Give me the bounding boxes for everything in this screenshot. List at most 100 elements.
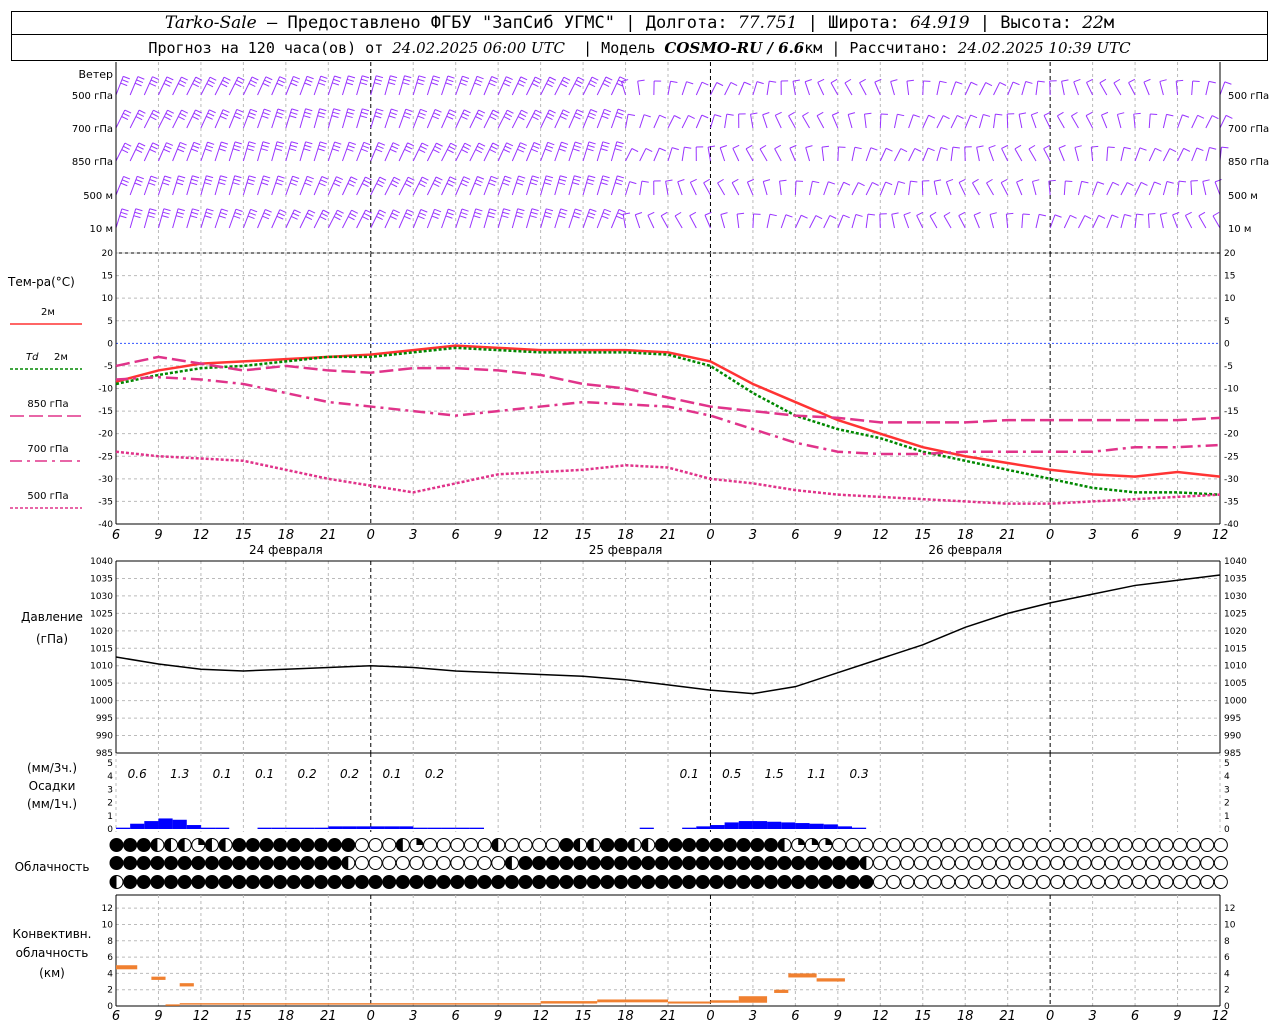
wind-barb-shaft — [1148, 181, 1155, 196]
wind-barb-flag — [475, 116, 482, 121]
temp-tick-label-right: 10 — [1224, 294, 1236, 304]
precip-bar — [852, 827, 867, 829]
conv-cloud-bar — [165, 1004, 180, 1006]
precip-bar — [130, 823, 145, 829]
wind-barb-flag — [561, 141, 569, 145]
wind-barb-flag — [402, 82, 410, 86]
wind-barb-flag — [785, 214, 793, 218]
wind-barb-flag — [161, 215, 169, 219]
wind-barb-flag — [602, 83, 610, 87]
wind-barb-flag — [264, 209, 272, 213]
wind-barb-flag — [275, 115, 283, 119]
wind-barb-shaft — [313, 108, 321, 129]
wind-barb-flag — [812, 180, 820, 184]
wind-barb-flag — [604, 79, 611, 84]
wind-barb-flag — [631, 148, 639, 153]
wind-barb-shaft — [412, 109, 421, 129]
wind-barb-flag — [346, 148, 354, 152]
pres-tick-label-right: 1025 — [1224, 609, 1247, 619]
cloud-symbol — [818, 856, 833, 870]
wind-barb-shaft — [228, 109, 238, 129]
wind-barb-flag — [589, 112, 596, 116]
wind-barb-flag — [560, 175, 568, 179]
wind-barb-shaft — [525, 208, 533, 229]
cloud-symbol — [1091, 856, 1106, 870]
wind-barb-flag — [627, 113, 636, 116]
wind-barb-flag — [1182, 114, 1190, 118]
wind-barb-shaft — [158, 142, 167, 162]
wind-barb-shaft — [242, 209, 252, 229]
wind-barb-flag — [587, 215, 595, 219]
wind-barb-flag — [943, 211, 951, 217]
meteogram: Ветер500 гПа 500 гПа700 гПа 700 гПа850 гПа… — [7, 62, 1269, 1024]
wind-level-label: 850 гПа — [72, 157, 113, 168]
wind-level-label: 10 м — [90, 224, 113, 235]
wind-barb-shaft — [1148, 113, 1151, 129]
wind-barb-flag — [462, 179, 469, 184]
cloud-symbol — [900, 838, 915, 852]
wind-barb-flag — [192, 175, 200, 179]
wind-barb-flag — [1037, 80, 1045, 83]
wind-barb-flag — [446, 182, 454, 187]
wind-barb-flag — [404, 112, 412, 116]
wind-barb-flag — [518, 175, 526, 179]
wind-barb-flag — [1154, 181, 1162, 185]
wind-barb-flag — [447, 149, 454, 154]
wind-barb-flag — [205, 178, 213, 182]
wind-barb-shaft — [891, 214, 895, 229]
wind-barb-flag — [179, 79, 187, 84]
wind-barb-flag — [1001, 144, 1009, 149]
wind-barb-flag — [618, 209, 626, 213]
cloud-symbol — [150, 875, 165, 889]
pres-tick-label: 1010 — [90, 662, 113, 672]
wind-barb-flag — [403, 115, 411, 119]
wind-barb-flag — [1140, 181, 1148, 186]
pres-tick-label-right: 1015 — [1224, 644, 1247, 654]
wind-barb-flag — [572, 215, 580, 219]
wind-barb-shaft — [634, 214, 641, 229]
cloud-symbol — [736, 838, 751, 852]
wind-barb-shaft — [455, 109, 465, 129]
wind-barb-flag — [474, 182, 482, 187]
wind-barb-flag — [464, 142, 472, 147]
wind-barb-shaft — [936, 81, 941, 96]
cloud-symbol — [1145, 838, 1160, 852]
cloud-symbol — [586, 875, 601, 889]
wind-barb-shaft — [242, 109, 251, 129]
wind-barb-shaft — [596, 175, 604, 196]
wind-barb-flag — [237, 76, 245, 81]
wind-barbs — [115, 75, 1233, 229]
wind-barb-shaft — [129, 208, 137, 229]
wind-barb-shaft — [847, 114, 853, 129]
wind-barb-flag — [417, 115, 425, 120]
wind-barb-flag — [260, 148, 268, 152]
conv-tick-label-right: 4 — [1224, 969, 1230, 979]
wind-barb-shaft — [200, 208, 208, 229]
wind-barb-flag — [1221, 146, 1229, 149]
wind-barb-flag — [1209, 146, 1217, 150]
wind-barb-flag — [502, 182, 510, 186]
wind-barb-shaft — [370, 176, 381, 196]
cloud-symbol — [900, 875, 915, 889]
wind-barb-flag — [433, 112, 441, 116]
wind-barb-flag — [995, 113, 1003, 116]
cloud-symbol — [123, 838, 138, 852]
wind-barb-shaft — [342, 209, 352, 229]
wind-barb-shaft — [863, 114, 867, 129]
cloud-symbol — [1200, 875, 1215, 889]
wind-barb-flag — [291, 141, 299, 145]
wind-barb-flag — [304, 144, 312, 148]
wind-barb-shaft — [936, 115, 944, 129]
wind-barb-flag — [123, 75, 130, 80]
cloud-symbol — [723, 875, 738, 889]
wind-barb-flag — [447, 75, 455, 79]
wind-barb-flag — [670, 80, 678, 83]
cloud-symbol — [463, 838, 478, 852]
wind-barb-flag — [263, 212, 271, 216]
wind-barb-shaft — [821, 147, 825, 162]
wind-barb-shaft — [906, 81, 910, 96]
wind-barb-flag — [418, 149, 426, 154]
cloud-symbol — [368, 856, 383, 870]
wind-barb-shaft — [689, 182, 697, 196]
wind-barb-shaft — [1214, 181, 1221, 196]
